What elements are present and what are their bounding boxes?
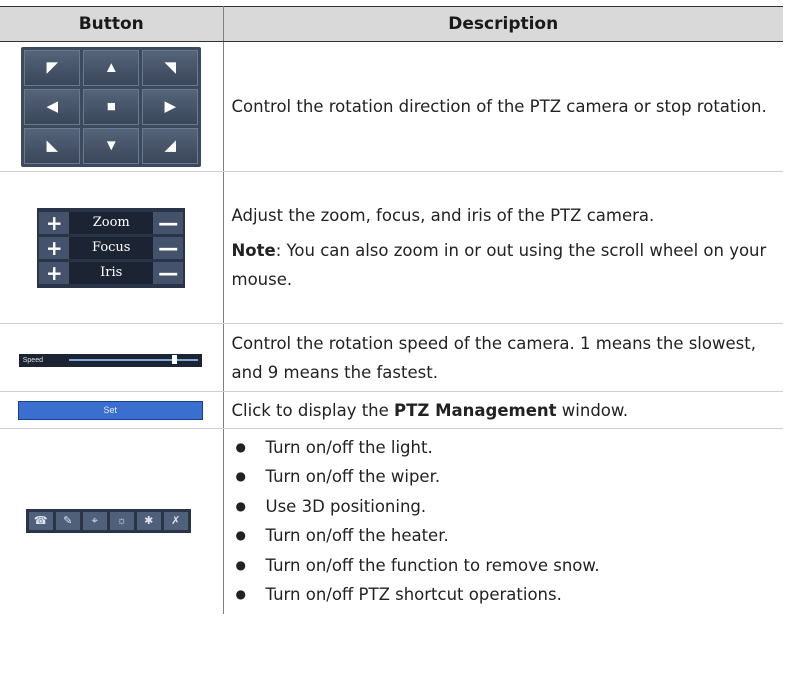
focus-plus-button[interactable]: + xyxy=(39,236,70,259)
up-left-arrow-icon: ◤ xyxy=(46,59,59,76)
set-text-pre: Click to display the xyxy=(231,400,395,420)
zoom-label: Zoom xyxy=(69,211,154,234)
3d-positioning-icon[interactable]: ⌖ xyxy=(82,512,107,531)
ptz-button-table: Button Description ◤ ▲ ◥ ◀ ■ ▶ ◣ ▼ ◢ Con… xyxy=(0,6,783,614)
direction-description: Control the rotation direction of the PT… xyxy=(223,41,783,172)
up-right-arrow-button[interactable]: ◥ xyxy=(142,49,199,86)
ptz-toolbar: ☎ ✎ ⌖ ☼ ✱ ✗ xyxy=(25,509,191,534)
down-right-arrow-icon: ◢ xyxy=(164,137,177,154)
toolbar-function-list: Turn on/off the light. Turn on/off the w… xyxy=(232,433,784,610)
zfi-note: Note: You can also zoom in or out using … xyxy=(232,236,784,294)
list-item: Turn on/off the heater. xyxy=(232,521,784,551)
list-item: Use 3D positioning. xyxy=(232,492,784,522)
list-item: Turn on/off the wiper. xyxy=(232,462,784,492)
light-icon[interactable]: ☎ xyxy=(28,512,53,531)
list-item: Turn on/off PTZ shortcut operations. xyxy=(232,580,784,610)
down-arrow-button[interactable]: ▼ xyxy=(83,127,140,164)
zfi-text: Adjust the zoom, focus, and iris of the … xyxy=(231,206,655,225)
note-text: : You can also zoom in or out using the … xyxy=(231,241,767,289)
speed-label: Speed xyxy=(22,356,43,364)
focus-minus-button[interactable]: — xyxy=(153,236,184,259)
ptz-management-label: PTZ Management xyxy=(394,400,557,420)
wiper-icon[interactable]: ✎ xyxy=(55,512,80,531)
speed-slider[interactable]: Speed xyxy=(18,353,202,367)
speed-description: Control the rotation speed of the camera… xyxy=(223,323,783,392)
set-description: Click to display the PTZ Management wind… xyxy=(223,391,783,429)
header-button: Button xyxy=(0,6,224,42)
zoom-focus-iris-control: + Zoom — + Focus — + Iris — xyxy=(37,207,186,288)
iris-plus-button[interactable]: + xyxy=(39,261,70,284)
shortcut-icon[interactable]: ✗ xyxy=(163,512,188,531)
header-description: Description xyxy=(223,6,783,42)
heater-icon[interactable]: ☼ xyxy=(109,512,134,531)
zoom-out-button[interactable]: — xyxy=(153,211,184,234)
note-label: Note xyxy=(231,241,276,260)
up-arrow-icon: ▲ xyxy=(103,59,119,76)
list-item: Turn on/off the function to remove snow. xyxy=(232,551,784,581)
up-left-arrow-button[interactable]: ◤ xyxy=(24,49,81,86)
list-item: Turn on/off the light. xyxy=(232,433,784,463)
zoom-focus-iris-description: Adjust the zoom, focus, and iris of the … xyxy=(223,171,784,324)
right-arrow-button[interactable]: ▶ xyxy=(142,88,199,125)
down-left-arrow-button[interactable]: ◣ xyxy=(24,127,81,164)
up-right-arrow-icon: ◥ xyxy=(164,59,177,76)
right-arrow-icon: ▶ xyxy=(164,98,177,115)
left-arrow-icon: ◀ xyxy=(46,98,59,115)
table-row: + Zoom — + Focus — + Iris — Adjust the z… xyxy=(0,171,784,324)
stop-button[interactable]: ■ xyxy=(83,88,140,125)
set-text-post: window. xyxy=(556,400,629,420)
speed-slider-handle[interactable] xyxy=(171,355,177,364)
set-button[interactable]: Set xyxy=(17,401,203,420)
snow-removal-icon[interactable]: ✱ xyxy=(136,512,161,531)
direction-pad: ◤ ▲ ◥ ◀ ■ ▶ ◣ ▼ ◢ xyxy=(21,46,202,167)
down-left-arrow-icon: ◣ xyxy=(46,137,59,154)
table-row: Set Click to display the PTZ Management … xyxy=(0,391,783,429)
table-row: ◤ ▲ ◥ ◀ ■ ▶ ◣ ▼ ◢ Control the rotation d… xyxy=(0,41,783,172)
speed-track[interactable] xyxy=(68,355,198,364)
down-arrow-icon: ▼ xyxy=(103,137,119,154)
focus-label: Focus xyxy=(69,236,154,259)
iris-minus-button[interactable]: — xyxy=(153,261,184,284)
table-row: ☎ ✎ ⌖ ☼ ✱ ✗ Turn on/off the light. Turn … xyxy=(0,428,783,614)
left-arrow-button[interactable]: ◀ xyxy=(24,88,81,125)
table-row: Speed Control the rotation speed of the … xyxy=(0,323,783,392)
iris-label: Iris xyxy=(69,261,154,284)
down-right-arrow-button[interactable]: ◢ xyxy=(142,127,199,164)
toolbar-description: Turn on/off the light. Turn on/off the w… xyxy=(223,429,783,614)
zoom-in-button[interactable]: + xyxy=(39,211,70,234)
up-arrow-button[interactable]: ▲ xyxy=(83,49,140,86)
stop-icon: ■ xyxy=(106,98,116,115)
